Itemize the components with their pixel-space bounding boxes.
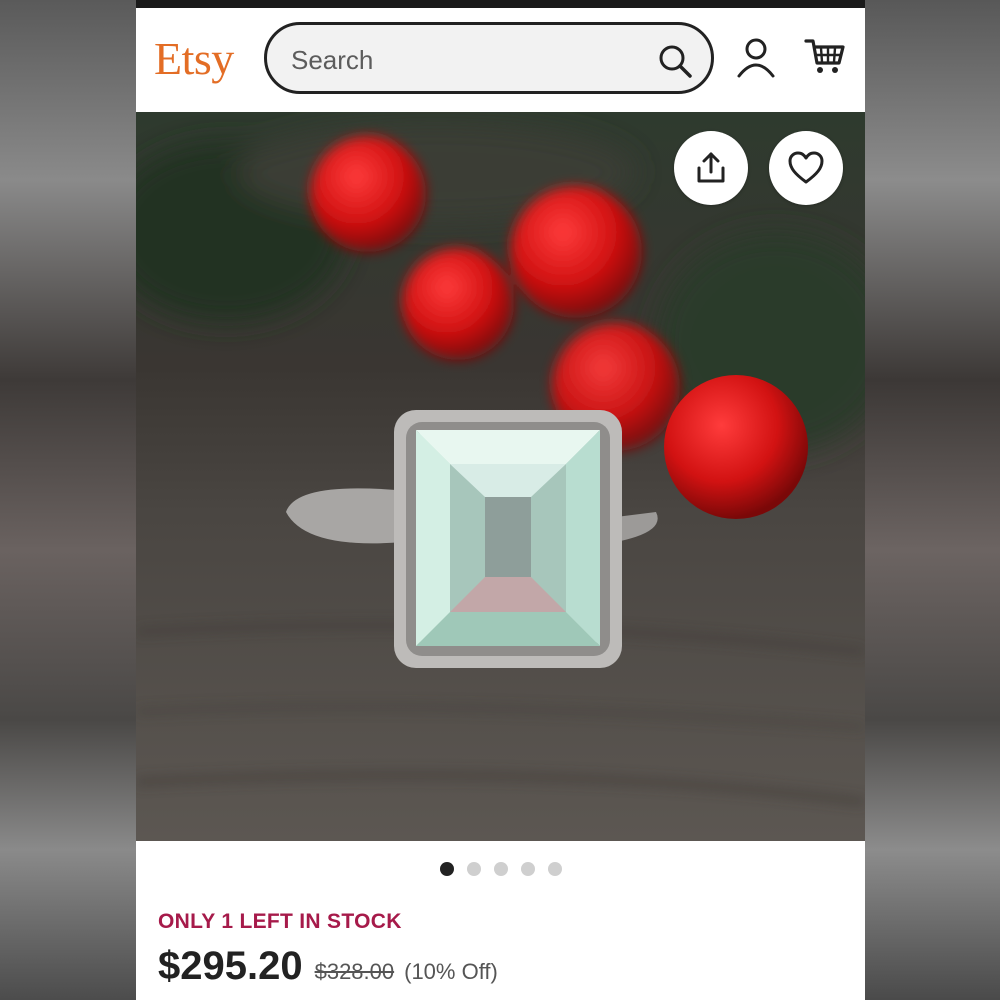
heart-icon bbox=[788, 151, 824, 184]
favorite-button[interactable] bbox=[769, 131, 843, 205]
image-pagination bbox=[136, 862, 865, 876]
product-image[interactable] bbox=[136, 112, 865, 841]
ring-photo bbox=[136, 112, 865, 841]
blurred-left-background bbox=[0, 0, 136, 1000]
pagination-dot-active[interactable] bbox=[439, 862, 454, 876]
stock-notice: ONLY 1 LEFT IN STOCK bbox=[158, 910, 402, 933]
pagination-dot[interactable] bbox=[466, 862, 481, 876]
pagination-dot[interactable] bbox=[493, 862, 508, 876]
search-input[interactable] bbox=[289, 43, 633, 77]
share-button[interactable] bbox=[674, 131, 748, 205]
search-bar[interactable] bbox=[264, 22, 714, 94]
pagination-dot[interactable] bbox=[547, 862, 562, 876]
current-price: $295.20 bbox=[158, 944, 303, 988]
share-icon bbox=[697, 152, 725, 183]
original-price: $328.00 bbox=[314, 959, 395, 984]
etsy-logo[interactable]: Etsy bbox=[154, 32, 234, 85]
app-header: Etsy bbox=[136, 8, 865, 112]
status-bar bbox=[136, 0, 865, 8]
account-icon[interactable] bbox=[736, 36, 776, 80]
discount-label: (10% Off) bbox=[404, 959, 498, 984]
cart-icon[interactable] bbox=[804, 36, 846, 76]
phone-screen: Etsy Search ONLY 1 LEFT IN STOCK $295.20… bbox=[136, 0, 865, 1000]
blurred-right-background bbox=[865, 0, 1000, 1000]
search-icon[interactable] bbox=[657, 43, 693, 79]
pagination-dot[interactable] bbox=[520, 862, 535, 876]
price-row: $295.20 $328.00 (10% Off) bbox=[158, 944, 498, 989]
